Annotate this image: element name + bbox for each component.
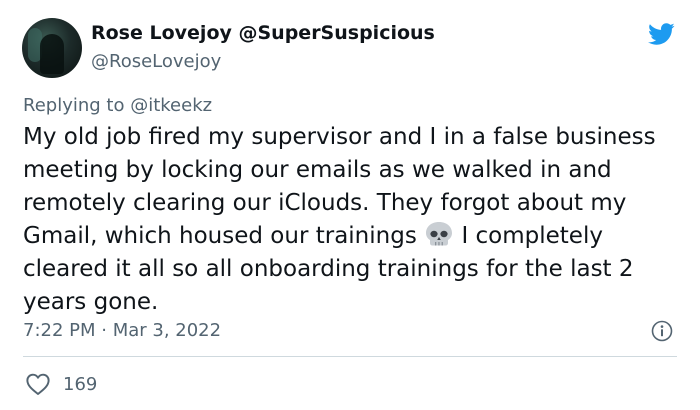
like-action[interactable]: 169 xyxy=(25,372,97,396)
avatar[interactable] xyxy=(22,18,82,78)
info-icon[interactable] xyxy=(651,320,673,342)
twitter-bird-icon[interactable] xyxy=(644,20,678,48)
tweet-text: My old job fired my supervisor and I in … xyxy=(23,121,693,319)
skull-emoji-icon xyxy=(426,222,453,246)
reply-prefix: Replying to xyxy=(23,95,125,116)
reply-mention-link[interactable]: @itkeekz xyxy=(130,95,212,116)
heart-icon[interactable] xyxy=(25,372,51,396)
divider xyxy=(23,356,677,357)
tweet-timestamp[interactable]: 7:22 PM · Mar 3, 2022 xyxy=(23,320,221,341)
avatar-figure xyxy=(40,34,64,74)
author-display-name[interactable]: Rose Lovejoy @SuperSuspicious xyxy=(91,22,435,44)
reply-context: Replying to @itkeekz xyxy=(23,95,212,116)
author-handle[interactable]: @RoseLovejoy xyxy=(91,51,221,72)
like-count: 169 xyxy=(63,373,98,395)
